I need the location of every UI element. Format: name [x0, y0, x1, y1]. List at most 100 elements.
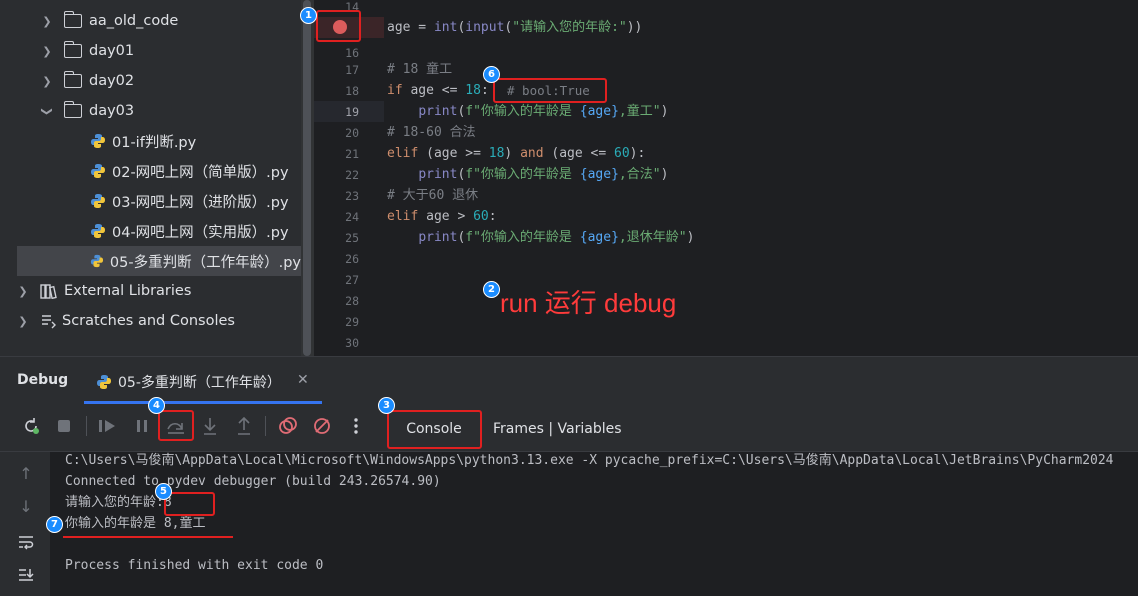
line-number: 16	[345, 46, 359, 60]
python-file-icon	[91, 134, 105, 148]
line-number: 23	[345, 189, 359, 203]
code-line-20: # 18-60 合法	[387, 125, 476, 140]
chevron-right-icon[interactable]: ❯	[16, 315, 30, 328]
annotation-box-console	[387, 410, 482, 449]
line-number: 17	[345, 63, 359, 77]
code-line-23: # 大于60 退休	[387, 188, 479, 203]
line-number: 26	[345, 252, 359, 266]
python-file-icon	[91, 164, 105, 178]
tree-item-label: 03-网吧上网（进阶版）.py	[112, 194, 289, 211]
line-number: 30	[345, 336, 359, 350]
tree-item-label: aa_old_code	[89, 13, 179, 29]
line-number: 28	[345, 294, 359, 308]
tree-item-day02[interactable]: ❯ day02	[0, 66, 301, 96]
console-output[interactable]: C:\Users\马俊南\AppData\Local\Microsoft\Win…	[50, 452, 1138, 596]
soft-wrap-icon[interactable]	[14, 530, 38, 554]
tree-item-file-selected[interactable]: 05-多重判断（工作年龄）.py	[17, 246, 301, 276]
tree-item-label: day03	[89, 103, 135, 119]
annotation-box-step-over	[158, 410, 194, 441]
library-icon	[40, 284, 57, 299]
chevron-down-icon[interactable]: ❯	[41, 104, 54, 118]
tab-frames-variables[interactable]: Frames | Variables	[493, 418, 622, 440]
tree-item-file[interactable]: 04-网吧上网（实用版）.py	[0, 216, 301, 246]
view-breakpoints-icon[interactable]	[276, 414, 300, 438]
stop-icon[interactable]	[52, 414, 76, 438]
line-number: 25	[345, 231, 359, 245]
annotation-box-input	[164, 492, 215, 516]
tree-item-label: 02-网吧上网（简单版）.py	[112, 164, 289, 181]
step-out-icon[interactable]	[232, 414, 256, 438]
mute-breakpoints-icon[interactable]	[310, 414, 334, 438]
debug-tab-label: 05-多重判断（工作年龄）	[118, 375, 281, 391]
step-into-icon[interactable]	[198, 414, 222, 438]
folder-icon	[63, 71, 82, 88]
console-line: Process finished with exit code 0	[65, 558, 324, 573]
tree-item-label: day02	[89, 73, 135, 89]
code-line-22: print(f"你输入的年龄是 {age},合法")	[418, 167, 669, 182]
folder-icon	[63, 11, 82, 28]
chevron-right-icon[interactable]: ❯	[40, 45, 54, 58]
line-number: 21	[345, 147, 359, 161]
line-number: 24	[345, 210, 359, 224]
console-line: C:\Users\马俊南\AppData\Local\Microsoft\Win…	[65, 453, 1114, 468]
scratches-icon	[42, 315, 56, 329]
arrow-down-icon[interactable]: ↓	[14, 494, 38, 518]
code-line-21: elif (age >= 18) and (age <= 60):	[387, 146, 646, 161]
tree-item-file[interactable]: 03-网吧上网（进阶版）.py	[0, 186, 301, 216]
tree-item-label: External Libraries	[64, 283, 192, 299]
annotation-box-breakpoint	[316, 10, 361, 42]
tree-item-label: 04-网吧上网（实用版）.py	[112, 224, 289, 241]
debug-title: Debug	[17, 372, 69, 388]
line-number: 20	[345, 126, 359, 140]
python-file-icon	[90, 254, 104, 268]
pause-icon[interactable]	[130, 414, 154, 438]
toolbar-separator	[86, 416, 87, 436]
annotation-text: run 运行 debug	[500, 288, 677, 318]
arrow-up-icon[interactable]: ↑	[14, 461, 38, 485]
chevron-right-icon[interactable]: ❯	[16, 285, 30, 298]
chevron-right-icon[interactable]: ❯	[40, 15, 54, 28]
close-icon[interactable]: ✕	[297, 372, 309, 388]
tree-item-scratches[interactable]: ❯ Scratches and Consoles	[0, 306, 301, 336]
tree-item-external-libraries[interactable]: ❯ External Libraries	[0, 276, 301, 306]
scroll-to-end-icon[interactable]	[14, 563, 38, 587]
tree-item-day01[interactable]: ❯ day01	[0, 36, 301, 66]
code-line-18: if age <= 18:	[387, 83, 489, 98]
code-line-24: elif age > 60:	[387, 209, 497, 224]
ide-window: ❯ aa_old_code ❯ day01 ❯ day02 ❯ day03 01…	[0, 0, 1138, 596]
line-number: 29	[345, 315, 359, 329]
resume-icon[interactable]	[96, 414, 120, 438]
folder-icon	[63, 41, 82, 58]
badge-1: 1	[300, 7, 317, 24]
console-line-result: 你输入的年龄是 8,童工	[65, 516, 206, 531]
annotation-box-hint	[493, 78, 607, 103]
badge-5: 5	[155, 483, 172, 500]
line-number: 18	[345, 84, 359, 98]
python-file-icon	[91, 224, 105, 238]
badge-4: 4	[148, 397, 165, 414]
rerun-icon[interactable]	[19, 414, 43, 438]
tree-item-label: Scratches and Consoles	[62, 313, 235, 329]
tree-item-label: day01	[89, 43, 135, 59]
badge-2: 2	[483, 281, 500, 298]
code-editor[interactable]: age = int(input("请输入您的年龄:")) # 18 童工 if …	[384, 0, 1138, 356]
code-line-25: print(f"你输入的年龄是 {age},退休年龄")	[418, 230, 695, 245]
line-number: 27	[345, 273, 359, 287]
tree-item-aa-old-code[interactable]: ❯ aa_old_code	[0, 6, 301, 36]
annotation-underline	[63, 536, 233, 538]
tree-item-file[interactable]: 02-网吧上网（简单版）.py	[0, 156, 301, 186]
debug-session-tab[interactable]: 05-多重判断（工作年龄）	[96, 372, 281, 392]
more-icon[interactable]	[344, 414, 368, 438]
code-line-15: age = int(input("请输入您的年龄:"))	[387, 20, 643, 35]
chevron-right-icon[interactable]: ❯	[40, 75, 54, 88]
tree-scrollbar-thumb[interactable]	[303, 0, 311, 356]
tree-item-day03[interactable]: ❯ day03	[0, 96, 301, 126]
badge-3: 3	[378, 397, 395, 414]
badge-7: 7	[46, 516, 63, 533]
python-file-icon	[97, 375, 111, 389]
project-tree: ❯ aa_old_code ❯ day01 ❯ day02 ❯ day03 01…	[0, 0, 301, 356]
badge-6: 6	[483, 66, 500, 83]
folder-icon	[63, 101, 82, 118]
tree-item-file[interactable]: 01-if判断.py	[0, 126, 301, 156]
code-line-19: print(f"你输入的年龄是 {age},童工")	[418, 104, 669, 119]
